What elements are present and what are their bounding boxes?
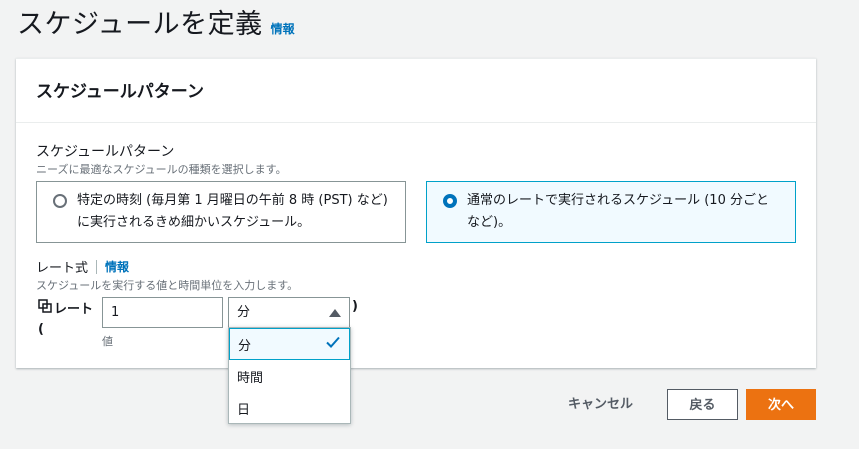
next-button[interactable]: 次へ — [746, 389, 816, 420]
dropdown-option-label: 時間 — [237, 370, 264, 386]
page-title: スケジュールを定義 — [17, 9, 263, 40]
option-label-specific-time: 特定の時刻 (毎月第 1 月曜日の午前 8 時 (PST) など) に実行される… — [77, 193, 388, 230]
panel-header: スケジュールパターン — [16, 59, 816, 123]
copy-icon[interactable] — [38, 299, 52, 320]
back-button[interactable]: 戻る — [667, 389, 738, 420]
close-paren: ) — [352, 299, 358, 314]
divider — [96, 259, 98, 274]
cancel-button[interactable]: キャンセル — [556, 389, 645, 419]
panel-title: スケジュールパターン — [36, 82, 204, 102]
dropdown-option-minutes[interactable]: 分 — [229, 328, 350, 360]
option-label-rate: 通常のレートで実行されるスケジュール (10 分ごとなど)。 — [467, 193, 769, 230]
rate-unit-select[interactable]: 分 — [228, 297, 350, 328]
dropdown-option-label: 分 — [238, 338, 252, 354]
dropdown-option-label: 日 — [237, 402, 251, 418]
schedule-pattern-panel: スケジュールパターン スケジュールパターン ニーズに最適なスケジュールの種類を選… — [16, 58, 816, 368]
radio-rate[interactable] — [443, 194, 457, 208]
rate-label-row: レート式 情報 — [36, 257, 129, 276]
info-link[interactable]: 情報 — [271, 20, 295, 37]
dropdown-option-days[interactable]: 日 — [229, 392, 350, 424]
rate-value-input[interactable]: 1 — [102, 297, 223, 328]
caret-up-icon — [329, 308, 341, 317]
radio-specific-time[interactable] — [53, 194, 67, 208]
check-icon — [325, 334, 341, 354]
unit-dropdown-menu: 分 時間 日 — [228, 327, 351, 424]
option-tile-rate[interactable]: 通常のレートで実行されるスケジュール (10 分ごとなど)。 — [426, 181, 796, 243]
rate-description: スケジュールを実行する値と時間単位を入力します。 — [36, 279, 299, 292]
pattern-description: ニーズに最適なスケジュールの種類を選択します。 — [36, 163, 287, 176]
option-tile-specific-time[interactable]: 特定の時刻 (毎月第 1 月曜日の午前 8 時 (PST) など) に実行される… — [36, 181, 406, 243]
page-header: スケジュールを定義 情報 — [17, 2, 295, 41]
unit-selected-value: 分 — [237, 305, 251, 320]
dropdown-option-hours[interactable]: 時間 — [229, 360, 350, 392]
value-label: 値 — [102, 335, 113, 348]
rate-label: レート式 — [36, 261, 89, 276]
rate-prefix: レート ( — [38, 299, 98, 340]
pattern-label: スケジュールパターン — [36, 144, 175, 160]
rate-info-link[interactable]: 情報 — [105, 258, 129, 275]
